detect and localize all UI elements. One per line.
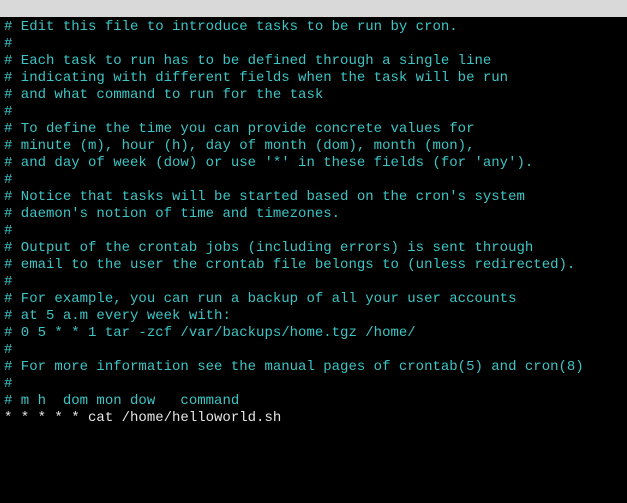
comment-hash: # [4,376,12,392]
comment-hash: # [4,172,12,188]
comment-text: To define the time you can provide concr… [12,121,474,137]
editor-line[interactable]: # Edit this file to introduce tasks to b… [4,19,623,36]
comment-text: email to the user the crontab file belon… [12,257,575,273]
comment-text: Each task to run has to be defined throu… [12,53,491,69]
editor-line[interactable]: # Output of the crontab jobs (including … [4,240,623,257]
editor-line[interactable]: # m h dom mon dow command [4,393,623,410]
editor-line[interactable]: # and day of week (dow) or use '*' in th… [4,155,623,172]
comment-text: at 5 a.m every week with: [12,308,230,324]
editor-line[interactable]: # [4,274,623,291]
comment-hash: # [4,36,12,52]
editor-line[interactable]: # daemon's notion of time and timezones. [4,206,623,223]
comment-text: Notice that tasks will be started based … [12,189,524,205]
titlebar: GNU nano 4.8 [0,0,627,17]
comment-hash: # [4,104,12,120]
editor-line[interactable]: # For more information see the manual pa… [4,359,623,376]
comment-text: minute (m), hour (h), day of month (dom)… [12,138,474,154]
editor-line[interactable]: # [4,36,623,53]
comment-text: and what command to run for the task [12,87,323,103]
comment-text: and day of week (dow) or use '*' in thes… [12,155,533,171]
editor-line[interactable]: # [4,172,623,189]
editor-line[interactable]: # at 5 a.m every week with: [4,308,623,325]
editor-line[interactable]: # minute (m), hour (h), day of month (do… [4,138,623,155]
comment-text: For more information see the manual page… [12,359,583,375]
comment-text: daemon's notion of time and timezones. [12,206,340,222]
editor-line[interactable]: # [4,342,623,359]
comment-text: Output of the crontab jobs (including er… [12,240,533,256]
editor-area[interactable]: # Edit this file to introduce tasks to b… [0,17,627,427]
editor-line[interactable]: # Notice that tasks will be started base… [4,189,623,206]
editor-line[interactable]: # email to the user the crontab file bel… [4,257,623,274]
editor-line[interactable]: # [4,223,623,240]
comment-text: m h dom mon dow command [12,393,239,409]
editor-line[interactable]: # indicating with different fields when … [4,70,623,87]
cron-entry: * * * * * cat /home/helloworld.sh [4,410,281,426]
editor-line[interactable]: # For example, you can run a backup of a… [4,291,623,308]
comment-hash: # [4,274,12,290]
comment-text: indicating with different fields when th… [12,70,508,86]
editor-line[interactable]: # 0 5 * * 1 tar -zcf /var/backups/home.t… [4,325,623,342]
comment-hash: # [4,342,12,358]
editor-line[interactable]: * * * * * cat /home/helloworld.sh [4,410,623,427]
comment-text: 0 5 * * 1 tar -zcf /var/backups/home.tgz… [12,325,415,341]
editor-line[interactable]: # To define the time you can provide con… [4,121,623,138]
comment-text: For example, you can run a backup of all… [12,291,516,307]
comment-text: Edit this file to introduce tasks to be … [12,19,457,35]
comment-hash: # [4,223,12,239]
editor-line[interactable]: # [4,376,623,393]
editor-line[interactable]: # [4,104,623,121]
editor-line[interactable]: # Each task to run has to be defined thr… [4,53,623,70]
editor-line[interactable]: # and what command to run for the task [4,87,623,104]
